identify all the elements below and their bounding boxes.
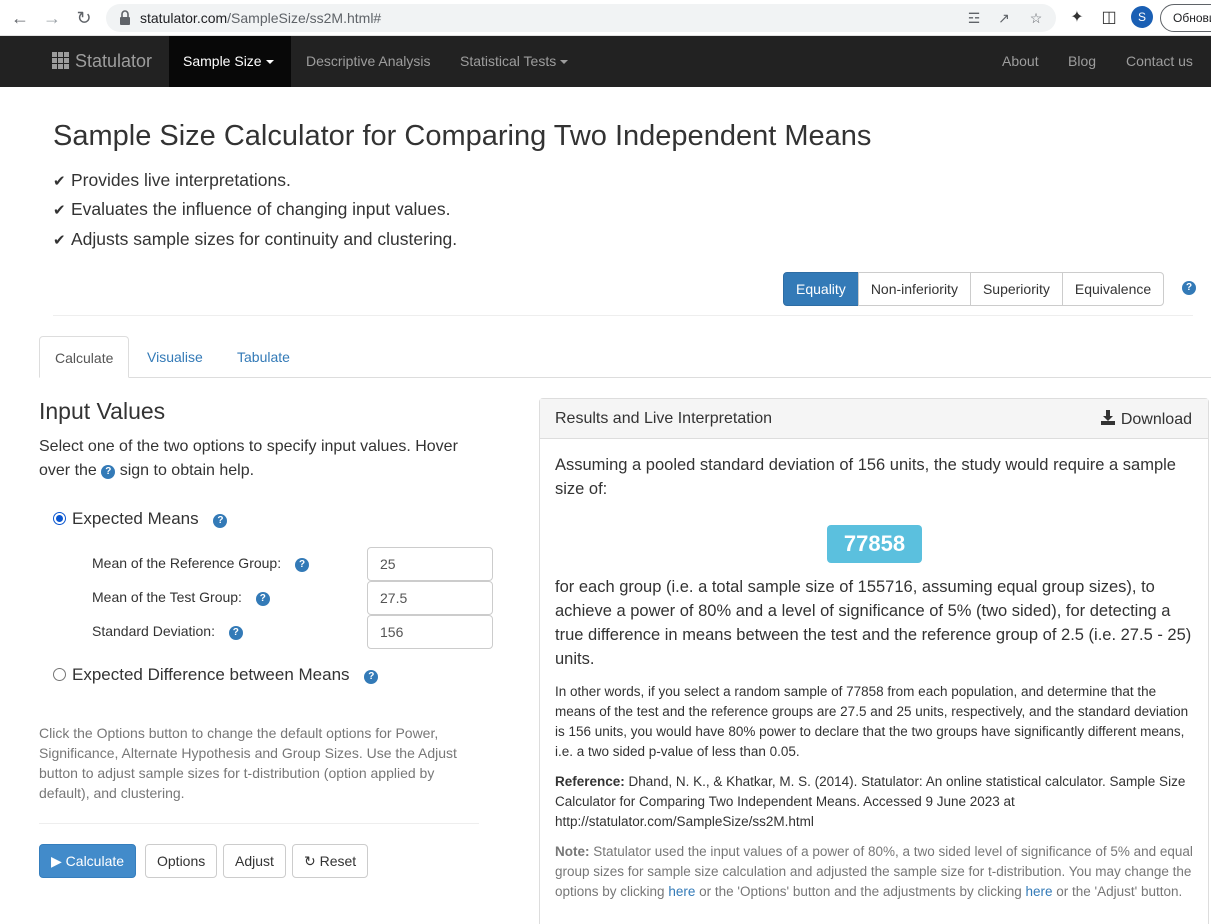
reference-mean-label: Mean of the Reference Group: ?	[92, 555, 309, 572]
std-dev-input[interactable]	[367, 615, 493, 649]
url-text: statulator.com/SampleSize/ss2M.html#	[140, 10, 382, 26]
superiority-button[interactable]: Superiority	[969, 272, 1063, 306]
results-other-words: In other words, if you select a random s…	[555, 684, 1189, 759]
play-icon: ▶	[51, 853, 62, 869]
options-button[interactable]: Options	[145, 844, 218, 878]
feature-item: ✔ Provides live interpretations.	[53, 170, 291, 190]
nav-contact[interactable]: Contact us	[1112, 36, 1207, 87]
nav-about[interactable]: About	[988, 36, 1053, 87]
tab-visualise[interactable]: Visualise	[132, 336, 218, 378]
results-panel: Results and Live Interpretation Download…	[539, 398, 1209, 924]
feature-item: ✔ Adjusts sample sizes for continuity and…	[53, 229, 458, 249]
brand-name: Statulator	[75, 51, 153, 71]
reference-text: Reference: Dhand, N. K., & Khatkar, M. S…	[555, 774, 1186, 829]
help-icon[interactable]: ?	[213, 514, 228, 528]
tab-calculate[interactable]: Calculate	[39, 336, 129, 378]
options-here-link[interactable]: here	[668, 884, 695, 899]
site-navbar: Statulator Sample Size Descriptive Analy…	[0, 36, 1211, 87]
results-title: Results and Live Interpretation	[555, 410, 773, 427]
browser-update-button[interactable]: Обнови	[1160, 4, 1211, 32]
help-icon[interactable]: ?	[255, 592, 270, 606]
results-body: for each group (i.e. a total sample size…	[555, 578, 1192, 668]
caret-down-icon	[560, 60, 569, 65]
test-type-group: Equality Non-inferiority Superiority Equ…	[783, 272, 1165, 306]
side-panel-icon[interactable]: ◫	[1098, 7, 1120, 29]
forward-icon[interactable]: →	[40, 6, 64, 30]
input-values-heading: Input Values	[39, 398, 166, 424]
feature-item: ✔ Evaluates the influence of changing inp…	[53, 199, 451, 219]
adjust-here-link[interactable]: here	[1025, 884, 1052, 899]
refresh-icon: ↻	[304, 853, 316, 869]
share-icon[interactable]: ↗	[994, 8, 1014, 28]
nav-blog[interactable]: Blog	[1054, 36, 1110, 87]
equality-button[interactable]: Equality	[783, 272, 859, 306]
nav-descriptive-analysis[interactable]: Descriptive Analysis	[292, 36, 445, 87]
input-instructions: Select one of the two options to specify…	[39, 438, 458, 479]
page-title: Sample Size Calculator for Comparing Two…	[53, 120, 872, 152]
profile-avatar[interactable]: S	[1131, 6, 1153, 28]
adjust-button[interactable]: Adjust	[223, 844, 286, 878]
expected-means-option[interactable]: Expected Means ?	[53, 509, 228, 529]
nav-sample-size[interactable]: Sample Size	[169, 36, 291, 87]
download-button[interactable]: Download	[1100, 410, 1192, 429]
address-bar[interactable]: statulator.com/SampleSize/ss2M.html# ☲ ↗…	[106, 4, 1056, 32]
help-icon[interactable]: ?	[364, 670, 379, 684]
help-icon[interactable]: ?	[1182, 281, 1196, 295]
sample-size-badge: 77858	[827, 525, 922, 563]
results-intro: Assuming a pooled standard deviation of …	[555, 456, 1176, 498]
checkmark-icon: ✔	[53, 173, 66, 190]
reload-icon[interactable]: ↻	[72, 6, 96, 30]
results-panel-header: Results and Live Interpretation Download	[540, 399, 1208, 439]
back-icon[interactable]: ←	[8, 6, 32, 30]
reference-mean-input[interactable]	[367, 547, 493, 581]
checkmark-icon: ✔	[53, 232, 66, 249]
help-icon[interactable]: ?	[295, 558, 309, 572]
help-icon: ?	[101, 465, 116, 479]
caret-down-icon	[265, 60, 274, 65]
options-help-text: Click the Options button to change the d…	[39, 725, 457, 801]
expected-difference-option[interactable]: Expected Difference between Means ?	[53, 665, 379, 685]
brand-logo[interactable]: Statulator	[52, 36, 152, 87]
download-icon	[1100, 410, 1115, 425]
divider	[39, 823, 479, 824]
note-text: Note: Statulator used the input values o…	[555, 844, 1193, 899]
lock-icon	[120, 10, 130, 25]
radio-selected[interactable]	[53, 512, 66, 525]
std-dev-label: Standard Deviation: ?	[92, 623, 243, 640]
calculate-button[interactable]: ▶ Calculate	[39, 844, 137, 878]
radio-unselected[interactable]	[53, 668, 66, 681]
extensions-icon[interactable]: ✦	[1066, 7, 1088, 29]
equivalence-button[interactable]: Equivalence	[1061, 272, 1165, 306]
browser-toolbar: ← → ↻ statulator.com/SampleSize/ss2M.htm…	[0, 0, 1211, 36]
test-mean-input[interactable]	[367, 581, 493, 615]
bookmark-star-icon[interactable]: ☆	[1026, 8, 1046, 28]
divider	[53, 315, 1193, 316]
grid-icon	[52, 52, 69, 69]
help-icon[interactable]: ?	[228, 626, 243, 640]
translate-icon[interactable]: ☲	[964, 8, 984, 28]
tab-tabulate[interactable]: Tabulate	[222, 336, 305, 378]
checkmark-icon: ✔	[53, 202, 66, 219]
nav-statistical-tests[interactable]: Statistical Tests	[446, 36, 582, 87]
test-mean-label: Mean of the Test Group: ?	[92, 589, 270, 606]
non-inferiority-button[interactable]: Non-inferiority	[857, 272, 971, 306]
reset-button[interactable]: ↻ Reset	[292, 844, 369, 878]
